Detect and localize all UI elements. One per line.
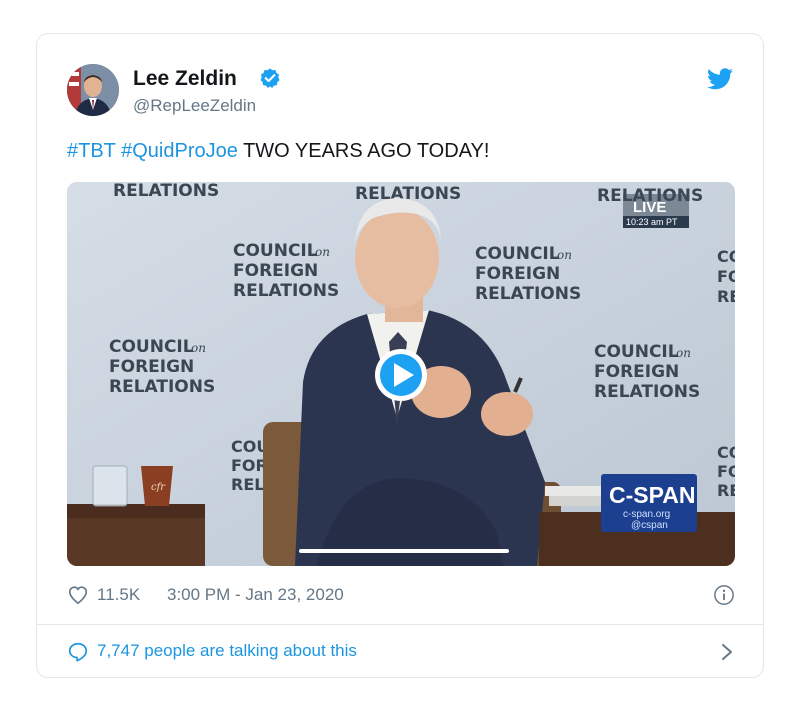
author-name[interactable]: Lee Zeldin <box>133 67 237 91</box>
svg-text:RELATIONS: RELATIONS <box>113 182 219 201</box>
svg-text:COUNCIL: COUNCIL <box>594 342 679 362</box>
svg-text:FOREIGN: FOREIGN <box>475 264 560 284</box>
conversation-link[interactable]: 7,747 people are talking about this <box>67 640 735 664</box>
svg-text:on: on <box>191 341 206 355</box>
svg-text:RELATIONS: RELATIONS <box>233 281 339 301</box>
avatar[interactable] <box>67 64 119 116</box>
svg-text:FOREIGN: FOREIGN <box>594 362 679 382</box>
svg-text:FOREIGN: FOREIGN <box>109 357 194 377</box>
video-player[interactable]: RELATIONS RELATIONS RELATIONS COUNCIL on… <box>67 182 735 566</box>
twitter-bird-icon[interactable] <box>707 68 733 90</box>
backdrop-logo: COUNCIL FOREIGN RELATIONS <box>717 247 735 306</box>
backdrop-logo: COUNCIL FOREIGN RELATIONS <box>717 443 735 500</box>
like-count[interactable]: 11.5K <box>97 585 140 605</box>
chevron-right-icon[interactable] <box>719 642 735 662</box>
svg-text:RELATIONS: RELATIONS <box>475 284 581 304</box>
conversation-label[interactable]: 7,747 people are talking about this <box>97 641 357 661</box>
svg-text:RELATIONS: RELATIONS <box>594 382 700 402</box>
svg-text:@cspan: @cspan <box>631 520 668 531</box>
cup-logo: cfr <box>151 482 166 493</box>
svg-text:10:23 am PT: 10:23 am PT <box>626 217 678 227</box>
heart-icon[interactable] <box>67 584 89 606</box>
speech-bubble-icon <box>68 642 88 662</box>
svg-text:on: on <box>557 248 572 262</box>
network-logo: C-SPAN c-span.org @cspan <box>601 474 697 532</box>
svg-text:on: on <box>315 245 330 259</box>
play-button[interactable] <box>375 349 427 401</box>
svg-text:LIVE: LIVE <box>633 199 666 216</box>
svg-text:RELATIONS: RELATIONS <box>109 377 215 397</box>
svg-text:COUNCIL: COUNCIL <box>717 247 735 266</box>
info-icon[interactable] <box>713 584 735 606</box>
divider <box>37 624 763 625</box>
svg-text:FOREIGN: FOREIGN <box>717 267 735 286</box>
author-handle[interactable]: @RepLeeZeldin <box>133 96 256 116</box>
embedded-tweet-card: Lee Zeldin @RepLeeZeldin #TBT #QuidProJo… <box>36 33 764 678</box>
verified-badge-icon <box>260 68 280 88</box>
tweet-timestamp[interactable]: 3:00 PM - Jan 23, 2020 <box>167 585 344 605</box>
hashtag-quidprojoe[interactable]: #QuidProJoe <box>121 140 238 162</box>
svg-text:RELATIONS: RELATIONS <box>717 481 735 500</box>
svg-text:COUNCIL: COUNCIL <box>233 241 318 261</box>
svg-text:on: on <box>676 346 691 360</box>
svg-text:COUNCIL: COUNCIL <box>475 244 560 264</box>
svg-text:FOREIGN: FOREIGN <box>717 462 735 481</box>
svg-text:RELATIONS: RELATIONS <box>717 287 735 306</box>
svg-text:c-span.org: c-span.org <box>623 509 670 520</box>
svg-text:FOREIGN: FOREIGN <box>233 261 318 281</box>
svg-text:COUNCIL: COUNCIL <box>109 337 194 357</box>
video-progress-bar[interactable] <box>299 549 509 553</box>
tweet-body: TWO YEARS AGO TODAY! <box>243 140 490 162</box>
hashtag-tbt[interactable]: #TBT <box>67 140 116 162</box>
tweet-stats: 11.5K 3:00 PM - Jan 23, 2020 <box>67 584 735 608</box>
live-badge: LIVE 10:23 am PT <box>623 194 689 228</box>
tweet-text: #TBT #QuidProJoe TWO YEARS AGO TODAY! <box>67 140 489 163</box>
svg-text:C-SPAN: C-SPAN <box>609 482 695 508</box>
svg-text:COUNCIL: COUNCIL <box>717 443 735 462</box>
